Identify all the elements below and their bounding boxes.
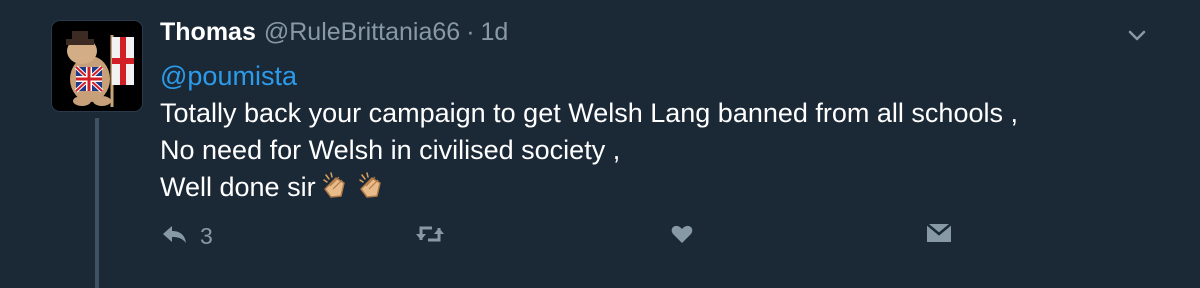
tweet-text: @poumista Totally back your campaign to … (160, 58, 1160, 210)
tweet-actions: 3 (0, 220, 1200, 256)
direct-message-button[interactable] (926, 222, 952, 249)
reply-count: 3 (200, 223, 213, 249)
tweet-line-3: Well done sir (160, 172, 316, 202)
direct-message-icon (926, 222, 952, 249)
chevron-down-icon[interactable] (1124, 22, 1150, 48)
avatar[interactable] (52, 21, 142, 111)
reply-button[interactable]: 3 (160, 222, 213, 251)
tweet-header: Thomas @RuleBrittania66 · 1d (160, 18, 508, 54)
clapping-hands-icon (358, 172, 388, 210)
display-name[interactable]: Thomas (160, 18, 256, 47)
retweet-button[interactable] (414, 222, 446, 251)
timestamp[interactable]: 1d (481, 18, 509, 47)
mention-link[interactable]: @poumista (160, 58, 1160, 95)
user-handle[interactable]: @RuleBrittania66 (264, 18, 460, 47)
tweet[interactable]: Thomas @RuleBrittania66 · 1d @poumista T… (0, 0, 1200, 288)
avatar-image (52, 21, 142, 111)
thread-line (95, 118, 99, 288)
retweet-icon (414, 222, 446, 251)
tweet-line-2: No need for Welsh in civilised society , (160, 135, 621, 165)
tweet-line-3-wrap: Well done sir (160, 169, 1160, 210)
separator-dot: · (466, 18, 475, 46)
like-button[interactable] (670, 222, 694, 251)
clapping-hands-icon (322, 172, 352, 210)
tweet-line-1: Totally back your campaign to get Welsh … (160, 98, 1018, 128)
reply-icon (160, 222, 188, 251)
like-icon (670, 222, 694, 251)
